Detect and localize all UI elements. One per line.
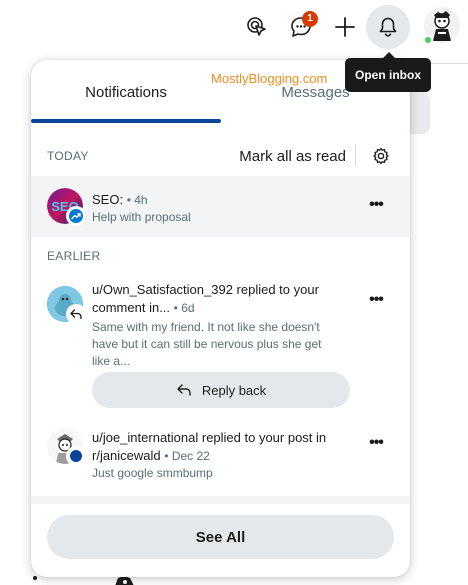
watermark: MostlyBlogging.com: [211, 71, 328, 86]
footer-separator: [31, 496, 410, 504]
earlier-section-header: EARLIER: [31, 238, 410, 274]
reply-icon: [177, 384, 191, 396]
reply-icon: [67, 305, 85, 323]
chat-bubble-icon: [67, 447, 85, 465]
tab-notifications[interactable]: Notifications: [31, 60, 221, 124]
notification-text-line3: like a...: [92, 354, 131, 368]
notification-item-seo[interactable]: SEO SEO: • 4h Help with proposal •••: [31, 176, 410, 237]
notification-text-line2: have but it can still be nervous plus sh…: [92, 337, 322, 351]
background-bullet: [33, 576, 37, 580]
plus-icon[interactable]: [326, 8, 364, 46]
notification-text: Help with proposal: [92, 210, 191, 224]
notification-content: u/joe_international replied to your post…: [92, 429, 360, 482]
trending-icon: [67, 207, 85, 225]
notification-content: SEO: • 4h Help with proposal: [92, 191, 360, 226]
notification-item-reply-post[interactable]: u/joe_international replied to your post…: [31, 418, 410, 496]
notification-title: SEO:: [92, 192, 124, 207]
mark-all-read-button[interactable]: Mark all as read: [239, 148, 346, 165]
notification-text-line1: Same with my friend. It not like she doe…: [92, 320, 320, 334]
online-status-dot: [424, 36, 432, 44]
notification-title-line2: comment in...: [92, 300, 171, 315]
background-card: [410, 92, 430, 134]
reply-back-button[interactable]: Reply back: [92, 372, 350, 408]
notification-time: • Dec 22: [164, 449, 210, 463]
top-bar: 1: [0, 0, 468, 54]
notification-time: • 6d: [173, 301, 195, 315]
more-options-button[interactable]: •••: [366, 433, 386, 453]
header-divider: [355, 144, 356, 166]
notification-title-line2: r/janicewald: [92, 448, 161, 463]
notification-title-row: r/janicewald • Dec 22: [92, 447, 360, 465]
section-title-earlier: EARLIER: [47, 249, 101, 263]
advertise-icon[interactable]: [238, 8, 276, 46]
notification-title-row: SEO: • 4h: [92, 191, 360, 209]
notification-title-line1: u/Own_Satisfaction_392 replied to your: [92, 282, 319, 297]
notification-text: Just google smmbump: [92, 466, 213, 480]
open-inbox-tooltip: Open inbox: [345, 52, 431, 92]
active-tab-indicator: [31, 119, 221, 123]
notification-title-row: comment in... • 6d: [92, 299, 360, 317]
notification-time: • 4h: [126, 193, 148, 207]
section-title-today: TODAY: [47, 149, 89, 163]
see-all-button[interactable]: See All: [47, 515, 394, 559]
chat-icon[interactable]: 1: [282, 8, 320, 46]
bell-icon[interactable]: [366, 5, 410, 49]
notification-item-reply-comment[interactable]: u/Own_Satisfaction_392 replied to your c…: [31, 274, 410, 414]
more-options-button[interactable]: •••: [366, 290, 386, 310]
notification-title-line1: u/joe_international replied to your post…: [92, 430, 327, 445]
today-section-header: TODAY Mark all as read: [31, 138, 410, 174]
notification-content: u/Own_Satisfaction_392 replied to your c…: [92, 281, 360, 370]
chat-badge: 1: [302, 11, 318, 27]
gear-icon[interactable]: [371, 146, 391, 166]
reply-back-label: Reply back: [201, 382, 267, 398]
inbox-panel: Notifications Messages MostlyBlogging.co…: [31, 60, 410, 577]
more-options-button[interactable]: •••: [366, 195, 386, 215]
